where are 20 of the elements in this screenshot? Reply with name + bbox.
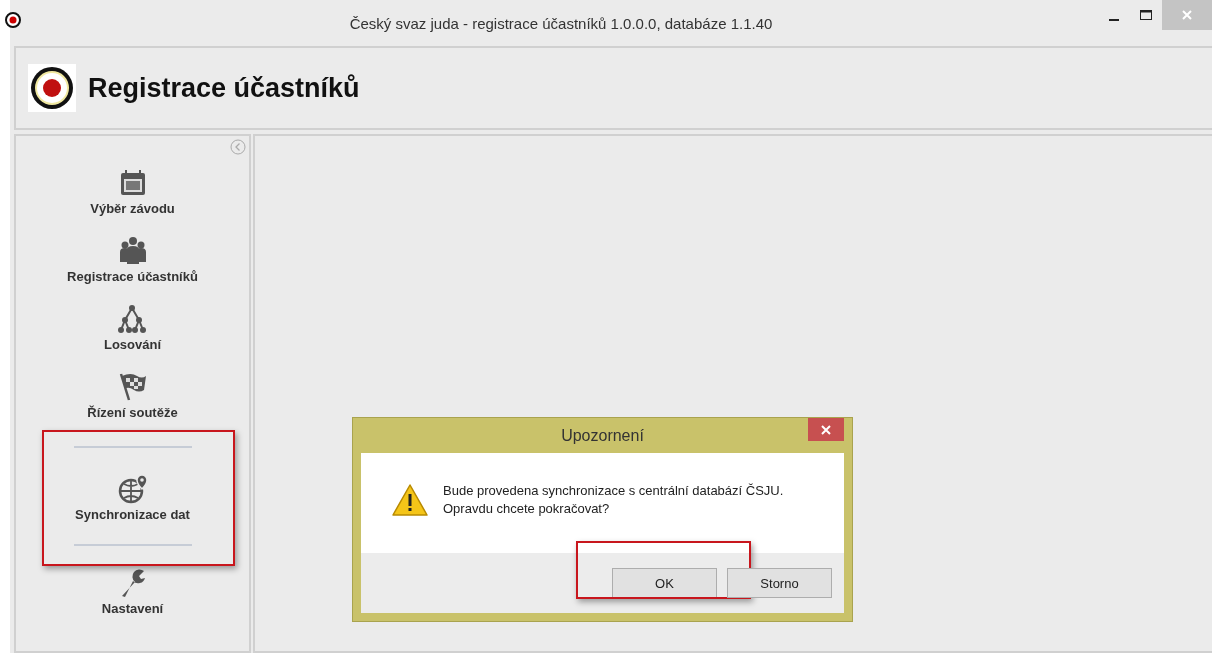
close-icon bbox=[1181, 9, 1193, 21]
page-title: Registrace účastníků bbox=[88, 72, 360, 104]
sidebar-item[interactable]: Losování bbox=[103, 302, 162, 352]
sidebar-item[interactable]: Řízení soutěže bbox=[87, 370, 178, 420]
close-button[interactable] bbox=[808, 418, 844, 441]
logo-icon bbox=[28, 64, 76, 112]
dialog-button[interactable]: OK bbox=[612, 568, 717, 598]
minimize-icon bbox=[1109, 19, 1119, 21]
dialog-message: Bude provedena synchronizace s centrální databází ČSJU. Opravdu chcete pokračovat? bbox=[443, 482, 784, 518]
sidebar-item[interactable]: Nastavení bbox=[101, 566, 164, 616]
sidebar-item[interactable]: Registrace účastníků bbox=[67, 234, 198, 284]
dialog-button[interactable]: Storno bbox=[727, 568, 832, 598]
logo-icon bbox=[5, 12, 21, 28]
window-title: Český svaz juda - registrace účastníků 1.0.0.0, databáze 1.1.40 bbox=[348, 13, 774, 32]
sidebar-item[interactable]: Výběr závodu bbox=[90, 166, 175, 216]
warning-icon bbox=[391, 483, 429, 517]
sidebar-item[interactable]: Synchronizace dat bbox=[73, 446, 192, 546]
dialog-title: Upozornení bbox=[561, 426, 644, 445]
close-icon bbox=[821, 424, 831, 435]
maximize-icon bbox=[1139, 9, 1153, 21]
